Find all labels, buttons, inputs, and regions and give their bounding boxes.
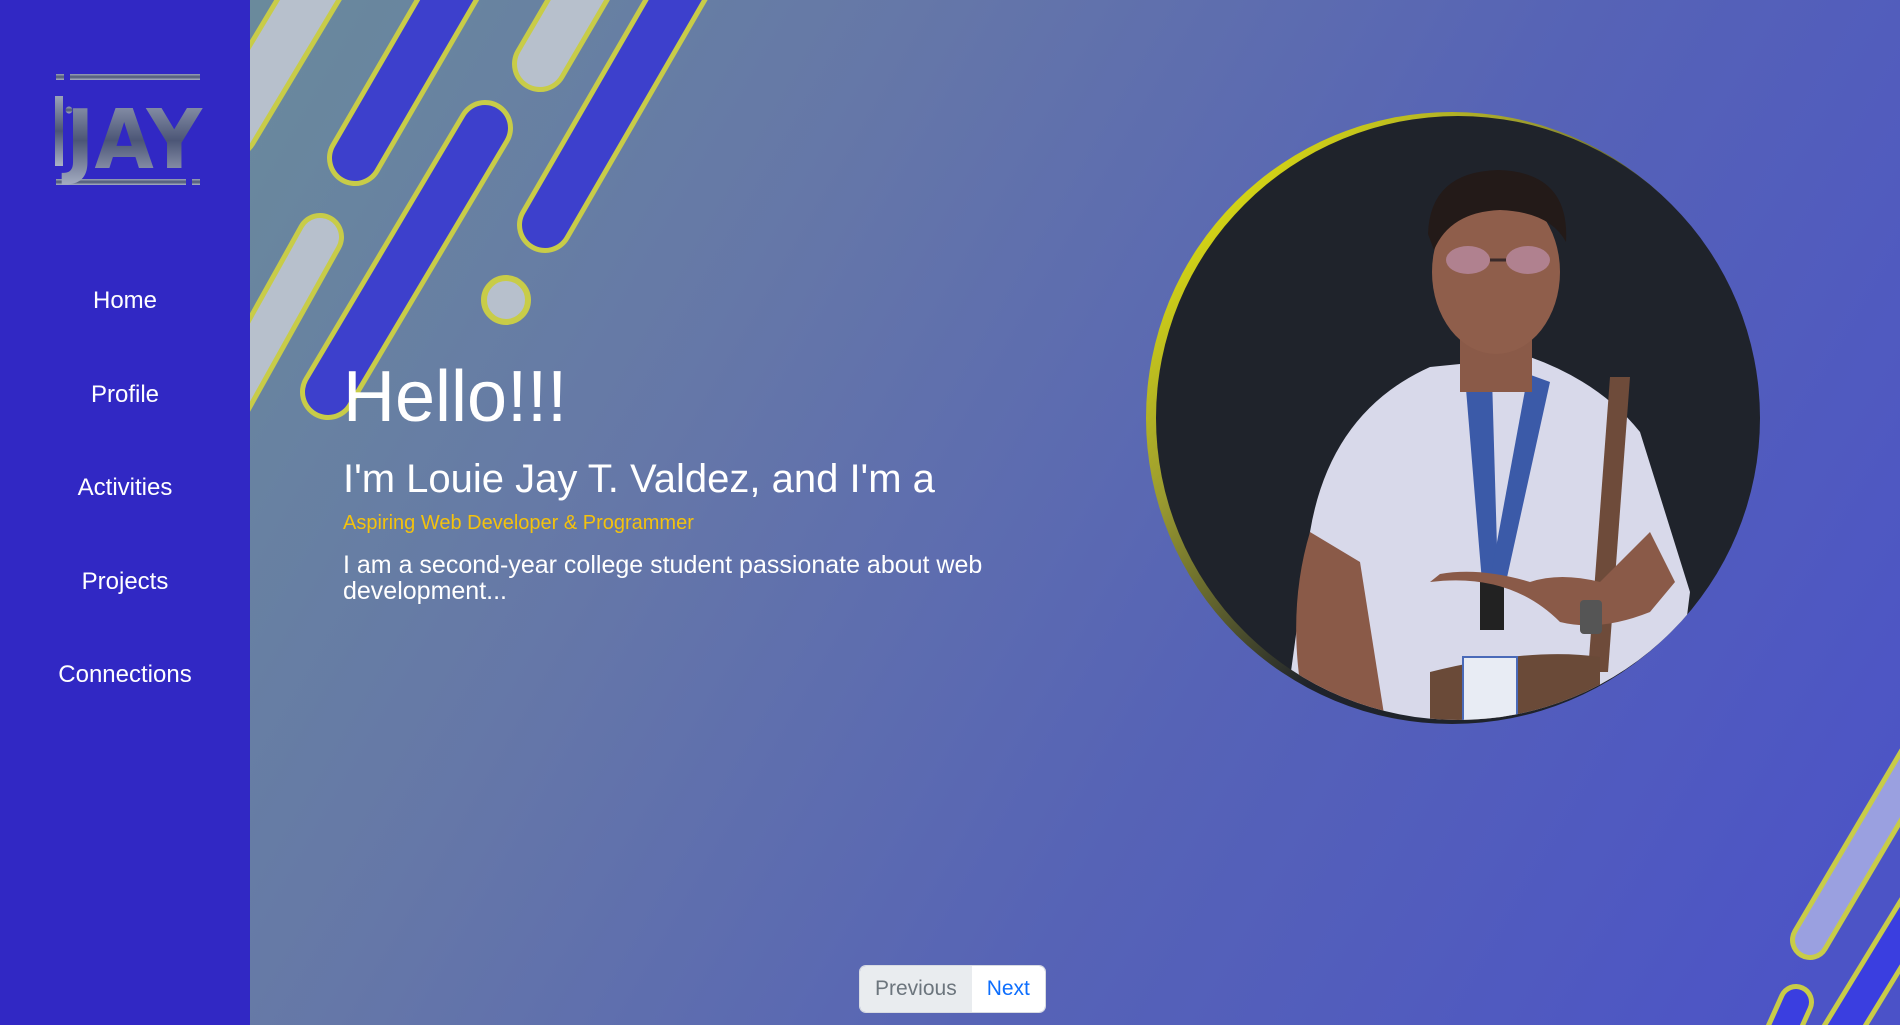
hero-greeting: Hello!!! [343,357,568,437]
sidebar-item-home[interactable]: Home [0,286,250,316]
profile-photo [1146,112,1760,724]
hero-intro: I'm Louie Jay T. Valdez, and I'm a [343,457,935,501]
sidebar-item-profile[interactable]: Profile [0,380,250,410]
sidebar-item-activities[interactable]: Activities [0,473,250,503]
main-content: Hello!!! I'm Louie Jay T. Valdez, and I'… [250,0,1900,1025]
hero-role: Aspiring Web Developer & Programmer [343,512,694,534]
sidebar-item-connections[interactable]: Connections [0,660,250,690]
next-button[interactable]: Next [971,966,1045,1012]
sidebar: JAY Home Profile Activities Projects Con… [0,0,250,1025]
previous-button[interactable]: Previous [860,966,972,1012]
sidebar-item-projects[interactable]: Projects [0,567,250,597]
pagination: Previous Next [860,966,1045,1012]
brand-logo[interactable]: JAY [52,72,207,190]
hero-description: I am a second-year college student passi… [343,551,983,605]
logo-text: JAY [61,93,203,188]
